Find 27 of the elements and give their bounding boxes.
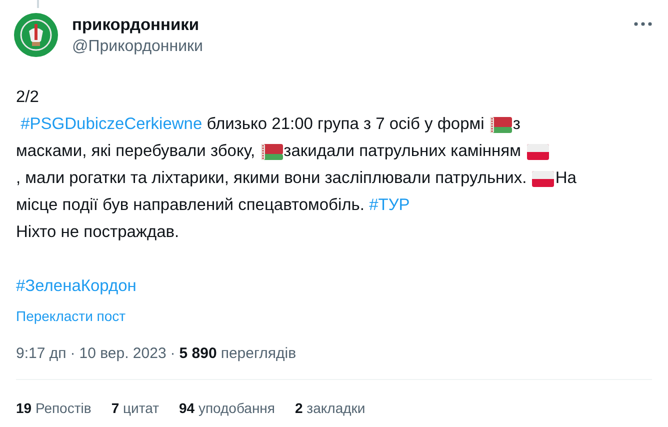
views-label: переглядів bbox=[220, 344, 296, 364]
post-text: 2/2 bbox=[16, 88, 39, 107]
account-handle[interactable]: @Прикордонники bbox=[72, 37, 203, 57]
flag-icon bbox=[526, 144, 548, 160]
views-count: 5 890 bbox=[179, 344, 217, 364]
post-text: з bbox=[512, 115, 520, 134]
post-text: близько 21:00 група з 7 осіб у формі bbox=[206, 115, 486, 134]
stat-link[interactable]: 94 уподобання bbox=[178, 398, 275, 418]
flag-icon bbox=[532, 170, 554, 186]
stat-link[interactable]: 2 закладки bbox=[295, 398, 366, 418]
flag-icon bbox=[490, 116, 512, 132]
post-date[interactable]: 10 вер. 2023 bbox=[79, 344, 166, 364]
emblem-avatar[interactable] bbox=[14, 13, 58, 57]
post-text: масками, які перебували збоку, bbox=[16, 142, 256, 161]
separator-dot: · bbox=[170, 344, 176, 364]
post-time[interactable]: 9:17 дп bbox=[16, 344, 66, 364]
separator-dot: · bbox=[70, 344, 76, 364]
post-text: , мали рогатки та ліхтарики, якими вони засліплювали патрульних. bbox=[16, 169, 528, 188]
post-text: місце події був направлений спецавтомобіль. bbox=[16, 196, 366, 215]
stat-link[interactable]: 7 цитат bbox=[111, 398, 159, 418]
post-text: закидали патрульних камінням bbox=[284, 142, 522, 161]
post-text: На bbox=[555, 169, 576, 188]
post-text: Ніхто не постраждав. bbox=[16, 223, 180, 242]
flag-icon bbox=[260, 144, 283, 160]
stat-link[interactable]: 19 Репостів bbox=[16, 398, 92, 418]
more-icon[interactable] bbox=[634, 22, 652, 26]
account-name[interactable]: прикордонники bbox=[72, 15, 203, 35]
